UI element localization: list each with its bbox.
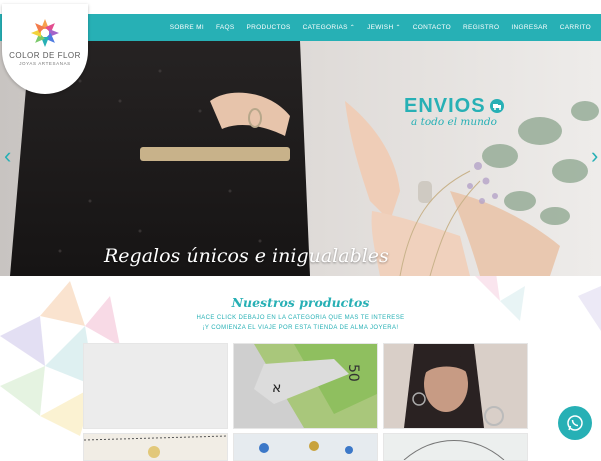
section-subtitle-2: ¡Y COMIENZA EL VIAJE POR ESTA TIENDA DE … [202,325,399,331]
brand-logo[interactable]: COLOR DE FLOR JOYAS ARTESANAS [2,4,88,94]
category-tile-2[interactable]: א 50 [233,343,378,429]
nav-label: SOBRE MI [169,24,204,31]
nav-item-contacto[interactable]: CONTACTO [407,24,457,31]
banknote-bookmark-image: א 50 [234,344,377,428]
category-tile-4[interactable] [83,433,228,461]
nav-item-faqs[interactable]: FAQS [210,24,241,31]
brand-name: COLOR DE FLOR [9,51,81,60]
promo-subheading: a todo el mundo [411,116,497,128]
nav-item-carrito[interactable]: CARRITO [554,24,597,31]
nav-item-categorias[interactable]: CATEGORIAS ⌃ [297,24,361,31]
brand-flower-icon [31,19,59,47]
nav-item-registro[interactable]: REGISTRO [457,24,505,31]
tile-image [384,434,527,460]
nav-label: CONTACTO [412,24,452,31]
category-tile-6[interactable] [383,433,528,461]
brand-tagline: JOYAS ARTESANAS [19,61,71,66]
whatsapp-icon [567,415,583,431]
promo-heading: ENVIOS [404,95,486,117]
hero-photo [0,41,601,276]
tile-image [234,434,377,460]
nav-item-productos[interactable]: PRODUCTOS [240,24,296,31]
section-title: Nuestros productos [231,295,370,310]
model-earrings-image [384,344,527,428]
category-tile-1[interactable] [83,343,228,429]
svg-text:א: א [272,380,281,396]
nav-item-sobre-mi[interactable]: SOBRE MI [164,24,210,31]
tile-image [84,434,227,460]
nav-label: INGRESAR [511,24,548,31]
section-subtitle-1: HACE CLICK DEBAJO EN LA CATEGORIA QUE MA… [196,315,405,321]
nav-label: REGISTRO [463,24,500,31]
top-strip [0,0,601,14]
chevron-right-icon[interactable]: › [591,145,598,167]
chevron-left-icon[interactable]: ‹ [4,145,11,167]
nav-label: JEWISH [367,24,394,31]
nav-item-jewish[interactable]: JEWISH ⌃ [361,24,407,31]
nav-label: FAQS [215,24,235,31]
nav-item-ingresar[interactable]: INGRESAR [505,24,553,31]
truck-icon [490,99,504,113]
hero-slider[interactable]: ENVIOS a todo el mundo Regalos únicos e … [0,41,601,276]
category-tile-3[interactable] [383,343,528,429]
nav-label: CATEGORIAS [302,24,348,31]
main-nav: SOBRE MI FAQS PRODUCTOS CATEGORIAS ⌃ JEWI… [164,14,597,41]
category-tile-5[interactable] [233,433,378,461]
nav-label: CARRITO [559,24,591,31]
whatsapp-button[interactable] [558,406,592,440]
hero-title: Regalos únicos e inigualables [104,245,389,267]
caret-down-icon: ⌃ [395,25,401,31]
caret-down-icon: ⌃ [349,25,356,31]
banknote-number: 50 [345,364,361,382]
nav-label: PRODUCTOS [246,24,291,31]
